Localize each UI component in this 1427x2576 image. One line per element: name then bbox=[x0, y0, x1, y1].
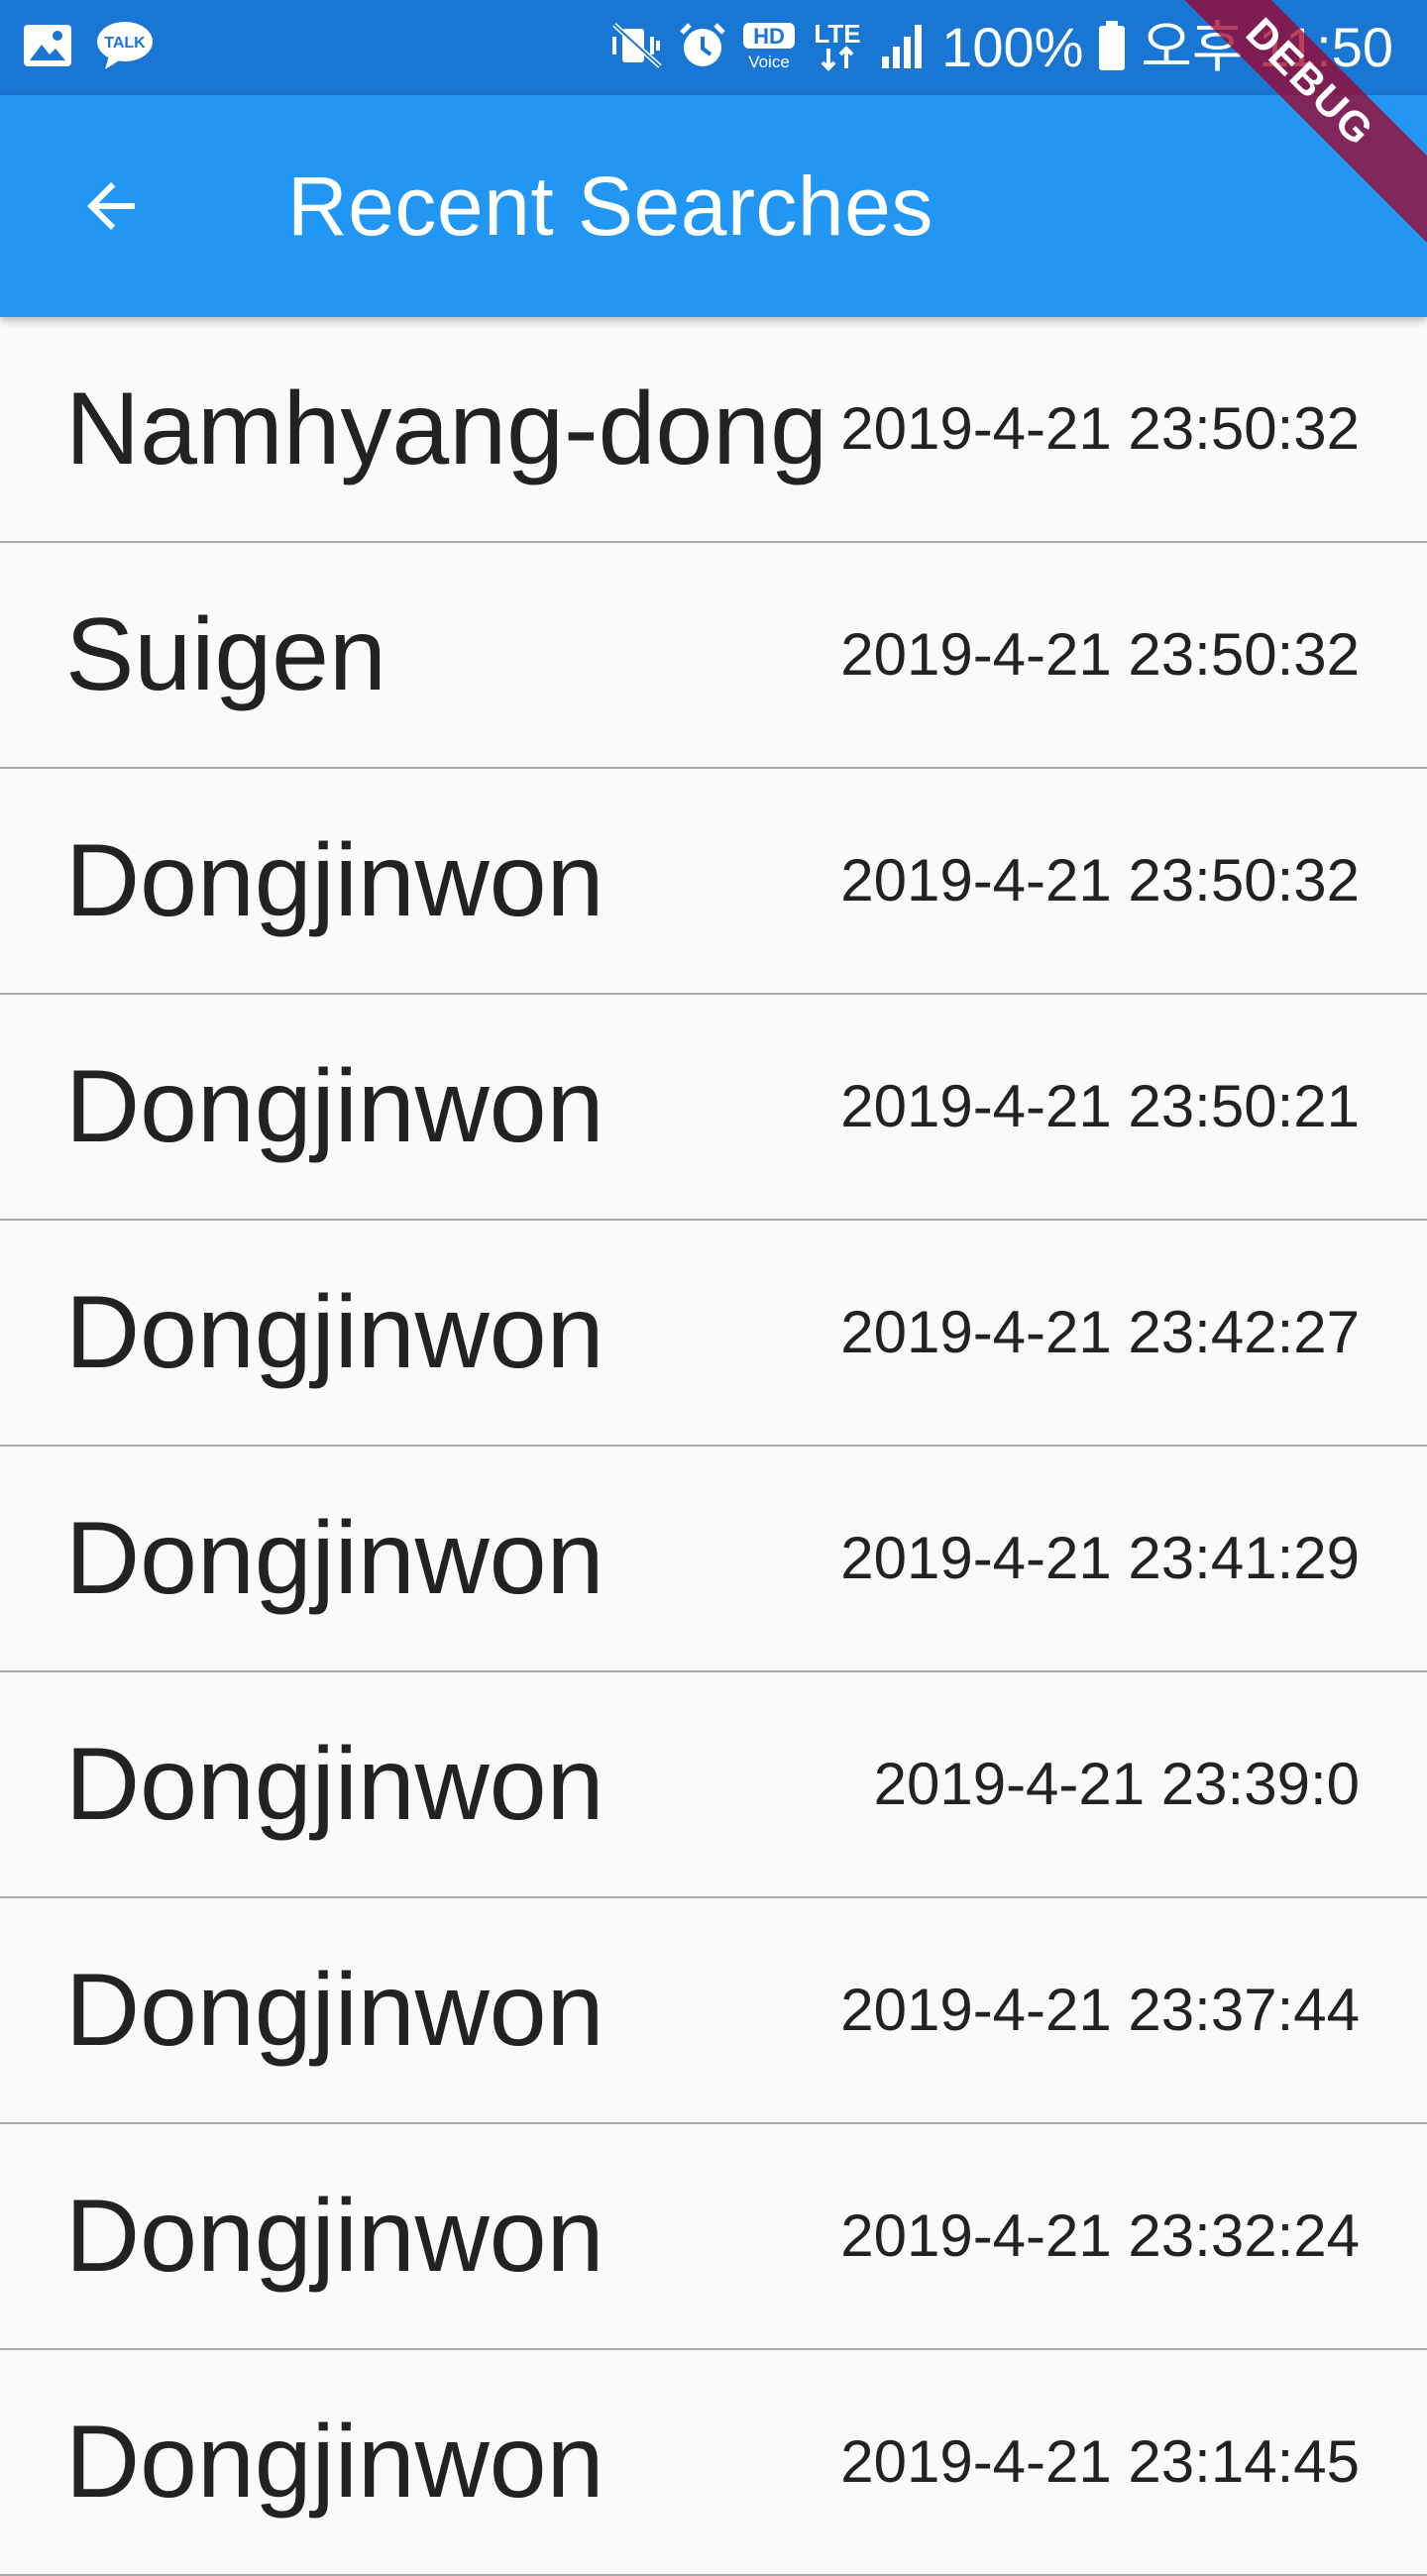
search-timestamp: 2019-4-21 23:41:29 bbox=[840, 1525, 1360, 1591]
voice-label: Voice bbox=[748, 53, 790, 70]
list-item[interactable]: Dongjinwon 2019-4-21 23:39:0 bbox=[0, 1672, 1427, 1898]
battery-percent: 100% bbox=[941, 16, 1084, 78]
list-item[interactable]: Dongjinwon 2019-4-21 23:37:44 bbox=[0, 1898, 1427, 2124]
back-button[interactable] bbox=[59, 155, 163, 258]
list-item[interactable]: Dongjinwon 2019-4-21 23:50:32 bbox=[0, 769, 1427, 995]
place-name: Dongjinwon bbox=[65, 1727, 604, 1842]
arrow-back-icon bbox=[87, 182, 135, 230]
page-title: Recent Searches bbox=[287, 160, 933, 253]
place-name: Dongjinwon bbox=[65, 2405, 604, 2520]
search-timestamp: 2019-4-21 23:32:24 bbox=[840, 2202, 1360, 2269]
search-timestamp: 2019-4-21 23:14:45 bbox=[840, 2428, 1360, 2495]
app-bar: Recent Searches bbox=[0, 95, 1427, 317]
kakaotalk-icon: TALK bbox=[95, 20, 155, 76]
place-name: Dongjinwon bbox=[65, 2179, 604, 2294]
vibrate-mute-icon bbox=[610, 21, 664, 75]
search-timestamp: 2019-4-21 23:50:21 bbox=[840, 1073, 1360, 1139]
search-timestamp: 2019-4-21 23:50:32 bbox=[840, 621, 1360, 688]
list-item[interactable]: Dongjinwon 2019-4-21 23:50:21 bbox=[0, 995, 1427, 1221]
hd-voice-icon: HD Voice bbox=[741, 21, 797, 75]
status-bar-left: TALK bbox=[22, 20, 155, 75]
search-timestamp: 2019-4-21 23:50:32 bbox=[840, 847, 1360, 913]
list-item[interactable]: Dongjinwon 2019-4-21 23:41:29 bbox=[0, 1447, 1427, 1672]
place-name: Dongjinwon bbox=[65, 1501, 604, 1616]
signal-icon bbox=[878, 21, 928, 75]
search-timestamp: 2019-4-21 23:37:44 bbox=[840, 1977, 1360, 2043]
search-timestamp: 2019-4-21 23:50:32 bbox=[840, 395, 1360, 462]
place-name: Dongjinwon bbox=[65, 823, 604, 938]
list-item[interactable]: Dongjinwon 2019-4-21 23:42:27 bbox=[0, 1221, 1427, 1447]
gallery-icon bbox=[22, 23, 73, 73]
hd-label: HD bbox=[753, 24, 785, 49]
list-item[interactable]: Namhyang-dong 2019-4-21 23:50:32 bbox=[0, 317, 1427, 543]
search-timestamp: 2019-4-21 23:42:27 bbox=[840, 1299, 1360, 1365]
place-name: Namhyang-dong bbox=[65, 372, 827, 486]
place-name: Suigen bbox=[65, 597, 386, 712]
search-timestamp: 2019-4-21 23:39:0 bbox=[873, 1751, 1360, 1817]
place-name: Dongjinwon bbox=[65, 1275, 604, 1390]
place-name: Dongjinwon bbox=[65, 1049, 604, 1164]
list-item[interactable]: Dongjinwon 2019-4-21 23:14:45 bbox=[0, 2350, 1427, 2576]
list-item[interactable]: Dongjinwon 2019-4-21 23:32:24 bbox=[0, 2124, 1427, 2350]
list-item[interactable]: Suigen 2019-4-21 23:50:32 bbox=[0, 543, 1427, 769]
lte-icon: LTE bbox=[811, 19, 864, 77]
talk-label: TALK bbox=[104, 35, 146, 52]
lte-label: LTE bbox=[815, 19, 861, 49]
alarm-icon bbox=[678, 21, 727, 75]
place-name: Dongjinwon bbox=[65, 1953, 604, 2068]
battery-icon bbox=[1097, 19, 1127, 77]
recent-searches-list: Namhyang-dong 2019-4-21 23:50:32 Suigen … bbox=[0, 317, 1427, 2576]
